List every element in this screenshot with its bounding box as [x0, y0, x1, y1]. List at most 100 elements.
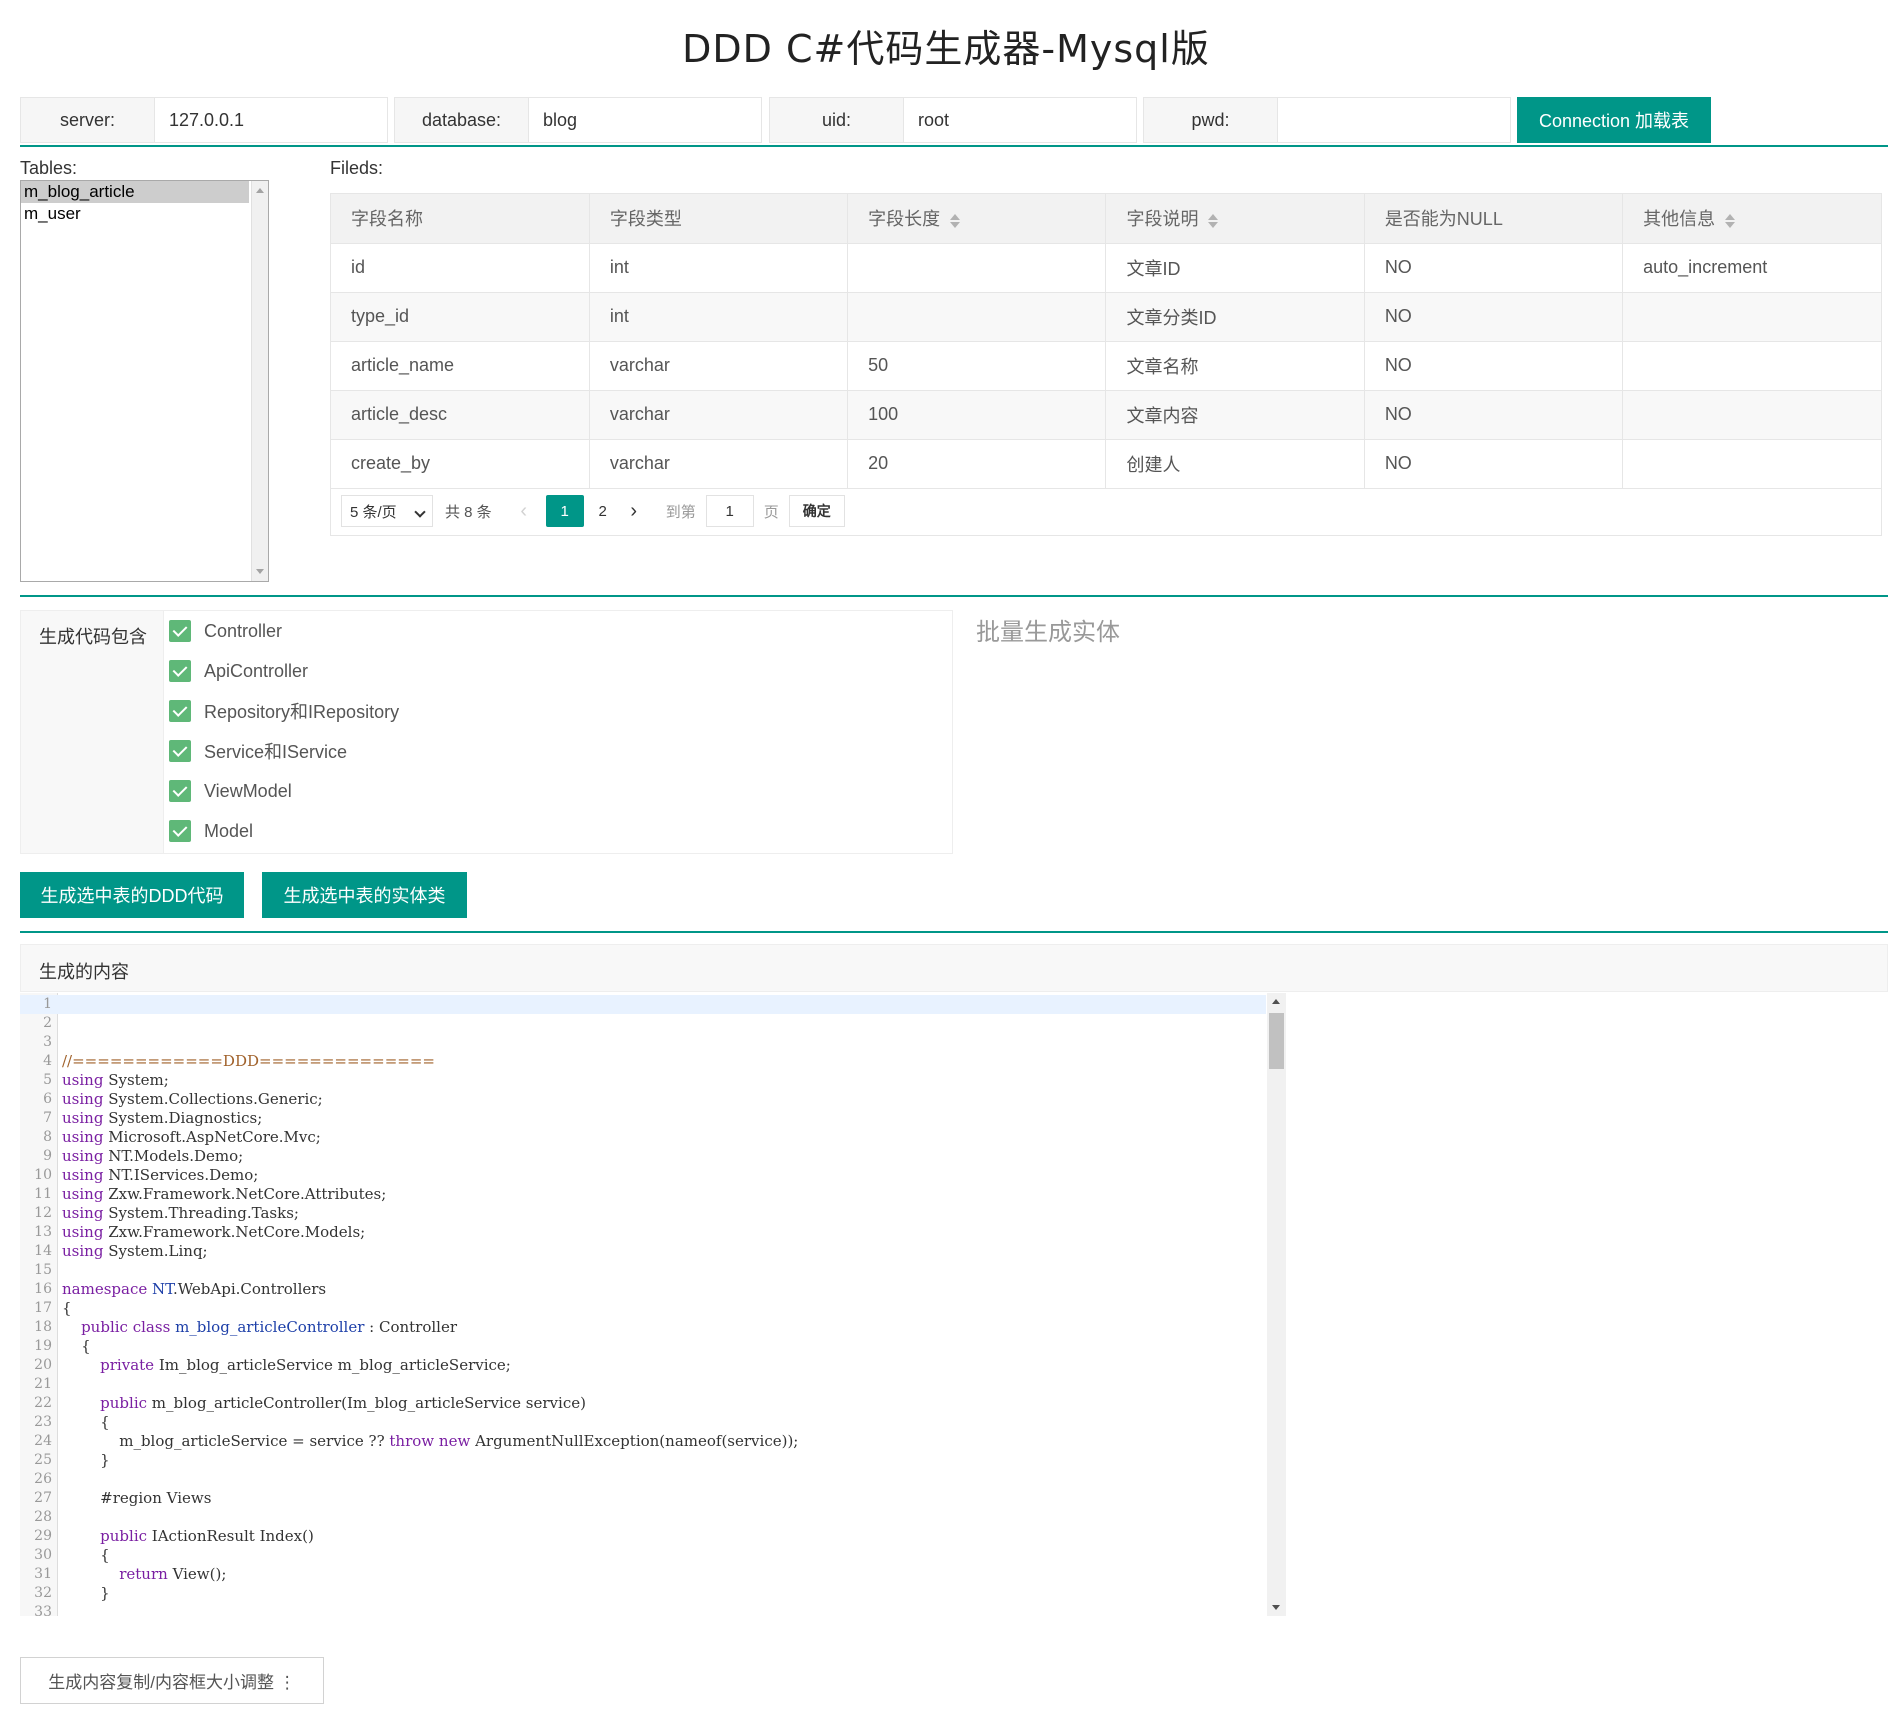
checkbox-checked-icon[interactable]: [169, 700, 191, 722]
option-viewmodel[interactable]: ViewModel: [169, 771, 399, 811]
column-header-nullable: 是否能为NULL: [1364, 194, 1624, 244]
cell: NO: [1364, 341, 1624, 391]
page-size-select[interactable]: 5 条/页: [341, 495, 433, 527]
code-text: }: [62, 1451, 110, 1469]
cell: article_desc: [331, 390, 590, 440]
line-number: 11: [34, 1186, 52, 1202]
code-text: using NT.Models.Demo;: [62, 1147, 244, 1165]
line-number: 27: [34, 1490, 52, 1506]
checkbox-checked-icon[interactable]: [169, 620, 191, 642]
table-row[interactable]: id int 文章ID NO auto_increment: [331, 243, 1881, 293]
uid-field-group: uid: root: [769, 97, 1137, 143]
scroll-up-icon[interactable]: [256, 188, 264, 193]
line-number: 2: [43, 1015, 52, 1031]
cell: auto_increment: [1622, 243, 1881, 293]
generate-ddd-code-button[interactable]: 生成选中表的DDD代码: [20, 872, 244, 918]
column-header-field-desc[interactable]: 字段说明: [1105, 194, 1365, 244]
page-title: DDD C#代码生成器-Mysql版: [682, 27, 1210, 71]
column-header-extra[interactable]: 其他信息: [1622, 194, 1881, 244]
line-number: 8: [43, 1129, 52, 1145]
cell: id: [331, 243, 590, 293]
code-text: using System;: [62, 1071, 169, 1089]
pagination: 5 条/页 共 8 条 ‹ 1 2 › 到第 1 页 确定: [341, 494, 845, 528]
tables-scrollbar[interactable]: [251, 181, 268, 581]
tables-listbox[interactable]: m_blog_article m_user: [20, 180, 269, 582]
editor-scrollbar[interactable]: [1267, 993, 1286, 1616]
divider: [20, 595, 1888, 597]
table-header-row: 字段名称 字段类型 字段长度 字段说明 是否能为NULL 其他信息: [331, 194, 1881, 244]
uid-label: uid:: [770, 98, 904, 142]
code-text: private Im_blog_articleService m_blog_ar…: [100, 1356, 511, 1374]
code-text: using Microsoft.AspNetCore.Mvc;: [62, 1128, 321, 1146]
cell: 100: [847, 390, 1107, 440]
scroll-down-icon[interactable]: [256, 569, 264, 574]
sort-icon[interactable]: [1208, 213, 1219, 228]
table-row[interactable]: create_by varchar 20 创建人 NO: [331, 439, 1881, 489]
total-count: 共 8 条: [445, 503, 492, 521]
cell: [1622, 439, 1881, 489]
option-service[interactable]: Service和IService: [169, 731, 399, 771]
code-editor[interactable]: 1 2 3 4//============DDD============== 5 usin…: [20, 993, 1286, 1616]
batch-generate-title: 批量生成实体: [976, 619, 1120, 646]
sort-icon[interactable]: [1725, 213, 1736, 228]
table-row[interactable]: type_id int 文章分类ID NO: [331, 292, 1881, 342]
checkbox-checked-icon[interactable]: [169, 820, 191, 842]
code-line: 8 using Microsoft.AspNetCore.Mvc;: [20, 1128, 1266, 1147]
cell: int: [589, 292, 849, 342]
prev-page-icon[interactable]: ‹: [512, 495, 536, 527]
line-number: 19: [34, 1338, 52, 1354]
page-button-1[interactable]: 1: [545, 495, 584, 527]
line-number: 32: [34, 1585, 52, 1601]
scroll-thumb[interactable]: [1269, 1013, 1284, 1069]
code-text: #region Views: [62, 1489, 212, 1507]
generate-entity-button[interactable]: 生成选中表的实体类: [262, 872, 467, 918]
code-text: using System.Linq;: [62, 1242, 208, 1260]
goto-confirm-button[interactable]: 确定: [788, 495, 845, 527]
option-controller[interactable]: Controller: [169, 611, 399, 651]
page-button-2[interactable]: 2: [584, 495, 622, 527]
database-label: database:: [395, 98, 529, 142]
code-line: 5 using System;: [20, 1071, 1266, 1090]
sort-icon[interactable]: [950, 213, 961, 228]
table-row[interactable]: article_desc varchar 100 文章内容 NO: [331, 390, 1881, 440]
code-text: {: [62, 1413, 110, 1431]
pwd-input[interactable]: [1278, 98, 1510, 142]
checkbox-checked-icon[interactable]: [169, 780, 191, 802]
option-repository[interactable]: Repository和IRepository: [169, 691, 399, 731]
server-input[interactable]: 127.0.0.1: [155, 98, 387, 142]
copy-resize-button[interactable]: 生成内容复制/内容框大小调整 ⋮: [20, 1657, 324, 1704]
table-item-m-user[interactable]: m_user: [21, 203, 249, 225]
option-api-controller[interactable]: ApiController: [169, 651, 399, 691]
line-number: 22: [34, 1395, 52, 1411]
chevron-down-icon: [414, 506, 426, 518]
database-input[interactable]: blog: [529, 98, 761, 142]
cell: NO: [1364, 292, 1624, 342]
line-number: 28: [34, 1509, 52, 1525]
goto-page-input[interactable]: 1: [705, 495, 754, 527]
code-line: 30 {: [20, 1546, 1266, 1565]
code-text: public m_blog_articleController(Im_blog_…: [100, 1394, 586, 1412]
table-item-m-blog-article[interactable]: m_blog_article: [21, 181, 249, 203]
line-number: 26: [34, 1471, 52, 1487]
scroll-up-icon[interactable]: [1272, 999, 1280, 1004]
line-number: 13: [34, 1224, 52, 1240]
code-options-panel: 生成代码包含 Controller ApiController Reposito…: [20, 610, 953, 854]
code-line: 10 using NT.IServices.Demo;: [20, 1166, 1266, 1185]
connection-bar: server: 127.0.0.1 database: blog uid: ro…: [20, 97, 1888, 147]
checkbox-checked-icon[interactable]: [169, 660, 191, 682]
table-row[interactable]: article_name varchar 50 文章名称 NO: [331, 341, 1881, 391]
column-header-field-length[interactable]: 字段长度: [847, 194, 1107, 244]
option-model[interactable]: Model: [169, 811, 399, 851]
line-number: 29: [34, 1528, 52, 1544]
cell: int: [589, 243, 849, 293]
scroll-down-icon[interactable]: [1272, 1605, 1280, 1610]
connection-load-tables-button[interactable]: Connection 加载表: [1517, 97, 1711, 143]
checkbox-checked-icon[interactable]: [169, 740, 191, 762]
next-page-icon[interactable]: ›: [622, 495, 646, 527]
option-label: ViewModel: [204, 780, 292, 801]
uid-input[interactable]: root: [904, 98, 1136, 142]
